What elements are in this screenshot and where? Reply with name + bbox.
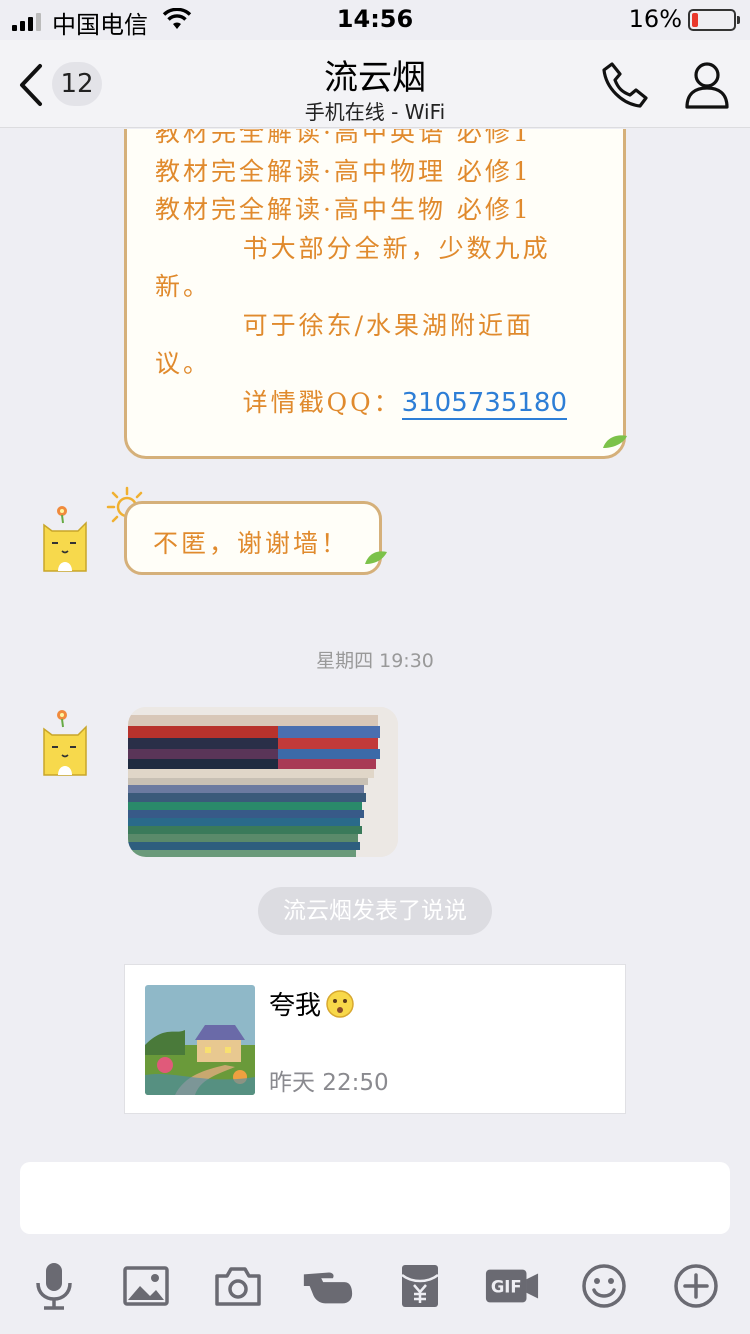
qq-number-link[interactable]: 3105735180 (401, 387, 567, 420)
ad-line: 新。 (155, 272, 212, 301)
poke-hand-icon[interactable] (300, 1258, 356, 1314)
ad-line: 教材完全解读·高中生物 必修1 (155, 195, 532, 224)
battery-icon (688, 9, 740, 31)
camera-icon[interactable] (210, 1258, 266, 1314)
ad-message-text: 教材完全解读·高中英语 必修1 教材完全解读·高中物理 必修1 教材完全解读·高中生… (155, 129, 567, 422)
post-title: 夸我 (269, 991, 322, 1021)
image-icon[interactable] (118, 1258, 174, 1314)
gif-icon[interactable]: GIF (484, 1258, 540, 1314)
ad-message-bubble[interactable]: 教材完全解读·高中英语 必修1 教材完全解读·高中物理 必修1 教材完全解读·高中生… (124, 129, 627, 459)
ad-line: 书大部分全新，少数九成 (155, 233, 551, 263)
microphone-icon[interactable] (26, 1258, 82, 1314)
chat-header: 12 流云烟 手机在线 - WiFi (0, 40, 750, 128)
leaf-decoration-icon (603, 435, 627, 448)
status-bar: 中国电信 14:56 16% (0, 0, 750, 40)
input-toolbar: GIF (0, 1258, 750, 1314)
post-thumbnail (145, 985, 255, 1095)
ad-line: 议。 (155, 349, 212, 378)
reply-message-text: 不匿，谢谢墙！ (153, 529, 350, 558)
cat-avatar-icon[interactable] (36, 705, 96, 779)
emoji-icon[interactable] (576, 1258, 632, 1314)
cat-avatar-icon[interactable] (36, 501, 96, 575)
reply-message-bubble[interactable]: 不匿，谢谢墙！ (124, 501, 387, 575)
ad-contact-prefix: 详情戳QQ： (155, 387, 402, 417)
post-time: 昨天 22:50 (269, 1070, 389, 1096)
chat-area[interactable]: 教材完全解读·高中英语 必修1 教材完全解读·高中物理 必修1 教材完全解读·高中生… (0, 129, 750, 1160)
battery-fill (692, 13, 698, 27)
red-packet-icon[interactable] (392, 1258, 448, 1314)
ad-line: 教材完全解读·高中物理 必修1 (155, 156, 532, 186)
svg-text:GIF: GIF (491, 1278, 522, 1297)
message-input[interactable] (20, 1162, 730, 1234)
post-title-row: 夸我 (269, 985, 355, 1022)
phone-icon[interactable] (600, 60, 650, 110)
plus-icon[interactable] (668, 1258, 724, 1314)
book-stack-photo[interactable] (128, 707, 398, 857)
ad-contact-line: 详情戳QQ：3105735180 (155, 384, 567, 423)
confused-face-emoji-icon (326, 989, 354, 1018)
system-notice[interactable]: 流云烟发表了说说 (258, 887, 492, 935)
battery-percent: 16% (628, 5, 682, 33)
book-stack-image (128, 707, 398, 857)
leaf-decoration-icon (365, 551, 387, 564)
message-timestamp: 星期四 19:30 (316, 650, 434, 672)
ad-line: 可于徐东/水果湖附近面 (155, 310, 534, 340)
ad-line: 教材完全解读·高中英语 必修1 (155, 129, 532, 147)
input-area: GIF (0, 1160, 750, 1334)
post-card[interactable]: 夸我 昨天 22:50 (124, 964, 626, 1114)
person-icon[interactable] (684, 60, 730, 110)
